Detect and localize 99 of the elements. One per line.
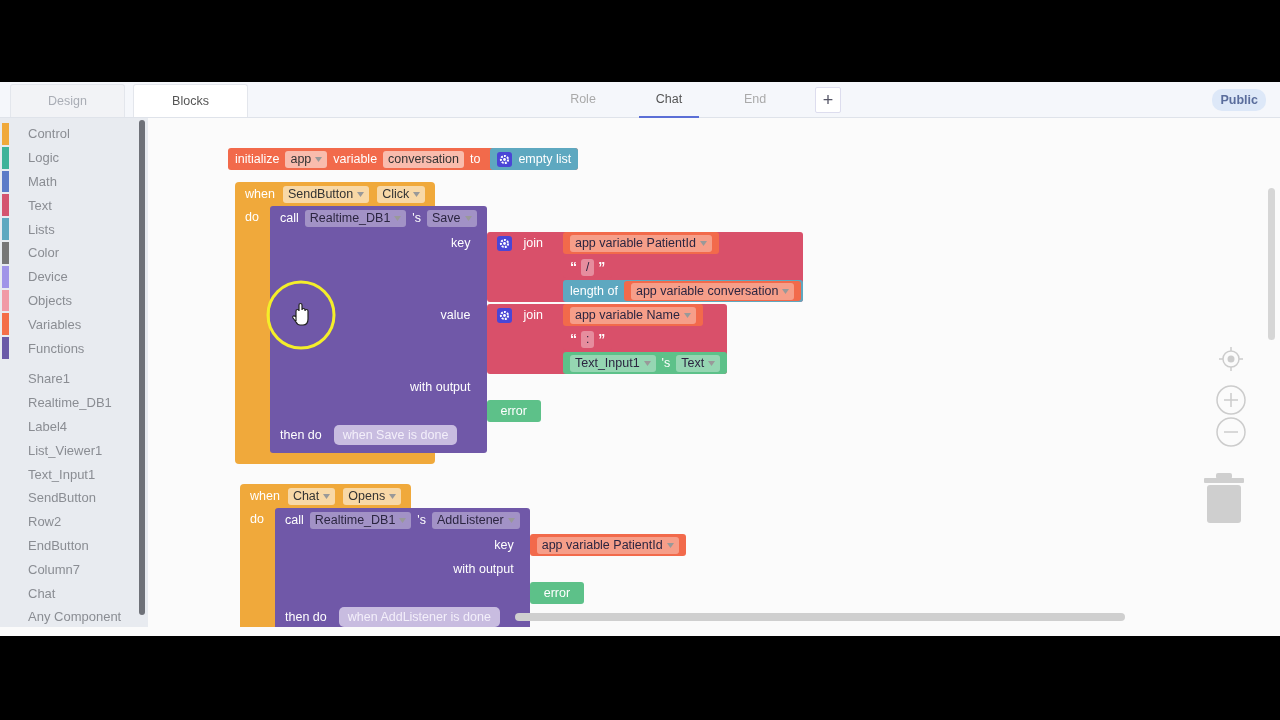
- zoom-in-icon[interactable]: [1215, 384, 1247, 416]
- block-label: length of: [569, 284, 618, 298]
- block-label: initialize: [235, 152, 280, 166]
- block-label: join: [523, 308, 543, 322]
- palette-item[interactable]: Row2: [28, 514, 62, 530]
- block-label: call: [280, 211, 299, 225]
- trash-icon[interactable]: [1204, 472, 1244, 524]
- palette-item[interactable]: Math: [28, 174, 57, 189]
- palette-item[interactable]: EndButton: [28, 537, 89, 553]
- scrollbar[interactable]: [139, 120, 145, 615]
- add-screen-button[interactable]: +: [815, 86, 841, 113]
- caret-icon: [394, 215, 402, 221]
- block-label: with output: [410, 380, 471, 394]
- caret-icon: [315, 156, 323, 162]
- block-label: key: [451, 236, 471, 250]
- dropdown-field[interactable]: app variable PatientId: [536, 536, 679, 554]
- block-label: 's: [412, 211, 421, 225]
- error-block: error: [529, 582, 585, 604]
- gear-icon[interactable]: [496, 307, 512, 323]
- dropdown-field[interactable]: Click: [377, 185, 426, 203]
- palette-item[interactable]: Column7: [28, 561, 81, 577]
- caret-icon: [699, 240, 707, 246]
- block-label: empty list: [518, 152, 572, 166]
- palette-item[interactable]: Logic: [28, 150, 60, 166]
- dropdown-field[interactable]: Text_Input1: [569, 354, 656, 372]
- caret-icon: [782, 288, 790, 294]
- block-label: do: [250, 512, 264, 526]
- block-label: join: [523, 236, 543, 250]
- caret-icon: [399, 517, 407, 523]
- dropdown-field[interactable]: app: [285, 150, 328, 168]
- target-icon[interactable]: [1218, 346, 1244, 372]
- scrollbar[interactable]: [1268, 188, 1275, 340]
- cursor-drawing: [265, 279, 337, 351]
- dropdown-field[interactable]: Text: [676, 354, 721, 372]
- dropdown-field[interactable]: Chat: [287, 487, 336, 505]
- caret-icon: [666, 542, 674, 548]
- scrollbar[interactable]: [515, 613, 1125, 621]
- gear-icon[interactable]: [496, 235, 512, 251]
- screen-tab[interactable]: End: [725, 82, 785, 118]
- block-label: to: [470, 152, 481, 166]
- dropdown-field[interactable]: AddListener: [432, 511, 520, 529]
- palette-item[interactable]: Realtime_DB1: [28, 395, 112, 411]
- error-block: error: [486, 400, 541, 422]
- palette-item[interactable]: Share1: [28, 371, 70, 387]
- screen-tab[interactable]: Role: [553, 82, 613, 118]
- quote-mark: ”: [598, 331, 606, 347]
- palette-item[interactable]: Text_Input1: [28, 466, 96, 482]
- block-label: variable: [333, 152, 378, 166]
- palette-item[interactable]: SendButton: [28, 490, 96, 506]
- palette-item[interactable]: Text: [28, 197, 52, 213]
- palette-item[interactable]: Lists: [28, 221, 55, 237]
- quote-mark: “: [569, 331, 577, 347]
- caret-icon: [708, 360, 716, 366]
- block-label: 's: [417, 513, 426, 527]
- palette-item[interactable]: Chat: [28, 585, 56, 601]
- dropdown-field[interactable]: app variable PatientId: [569, 234, 712, 252]
- block-label: call: [285, 513, 304, 527]
- quote-mark: “: [569, 259, 577, 275]
- dropdown-field[interactable]: Save: [427, 209, 477, 227]
- block-label: then do: [280, 428, 322, 442]
- block-label: 's: [661, 356, 671, 370]
- palette-item[interactable]: Variables: [28, 316, 82, 332]
- dropdown-field[interactable]: app variable Name: [569, 306, 696, 324]
- palette-item[interactable]: Any Component: [28, 609, 122, 625]
- block-label: then do: [285, 610, 327, 624]
- variable-name-field[interactable]: conversation: [383, 150, 464, 168]
- caret-icon: [643, 360, 651, 366]
- palette-item[interactable]: Functions: [28, 340, 85, 356]
- caret-icon: [507, 517, 515, 523]
- caret-icon: [389, 493, 397, 499]
- block-label: key: [494, 538, 514, 552]
- palette-item[interactable]: Color: [28, 245, 60, 261]
- caret-icon: [683, 312, 691, 318]
- dropdown-field[interactable]: app variable conversation: [630, 282, 795, 300]
- block-label: when: [245, 187, 275, 201]
- text-field[interactable]: /: [580, 258, 595, 276]
- caret-icon: [323, 493, 331, 499]
- block-label: value: [440, 308, 471, 322]
- gear-icon[interactable]: [497, 151, 513, 167]
- caret-icon: [464, 215, 472, 221]
- dropdown-field[interactable]: Realtime_DB1: [309, 511, 412, 529]
- caret-icon: [413, 191, 421, 197]
- dropdown-field[interactable]: SendButton: [282, 185, 370, 203]
- palette-item[interactable]: Device: [28, 269, 68, 285]
- quote-mark: ”: [598, 259, 606, 275]
- block-label: do: [245, 210, 259, 224]
- text-field[interactable]: :: [580, 330, 595, 348]
- palette-item[interactable]: Label4: [28, 418, 68, 434]
- palette-item[interactable]: Objects: [28, 292, 73, 308]
- zoom-out-icon[interactable]: [1215, 416, 1247, 448]
- dropdown-field[interactable]: Realtime_DB1: [304, 209, 407, 227]
- visibility-badge: Public: [1212, 88, 1266, 111]
- caret-icon: [357, 191, 365, 197]
- mode-tab[interactable]: Blocks: [133, 84, 248, 117]
- block-label: with output: [453, 562, 514, 576]
- dropdown-field[interactable]: Opens: [343, 487, 402, 505]
- palette-item[interactable]: List_Viewer1: [28, 442, 103, 458]
- block-label: when: [250, 489, 280, 503]
- palette-item[interactable]: Control: [28, 126, 70, 142]
